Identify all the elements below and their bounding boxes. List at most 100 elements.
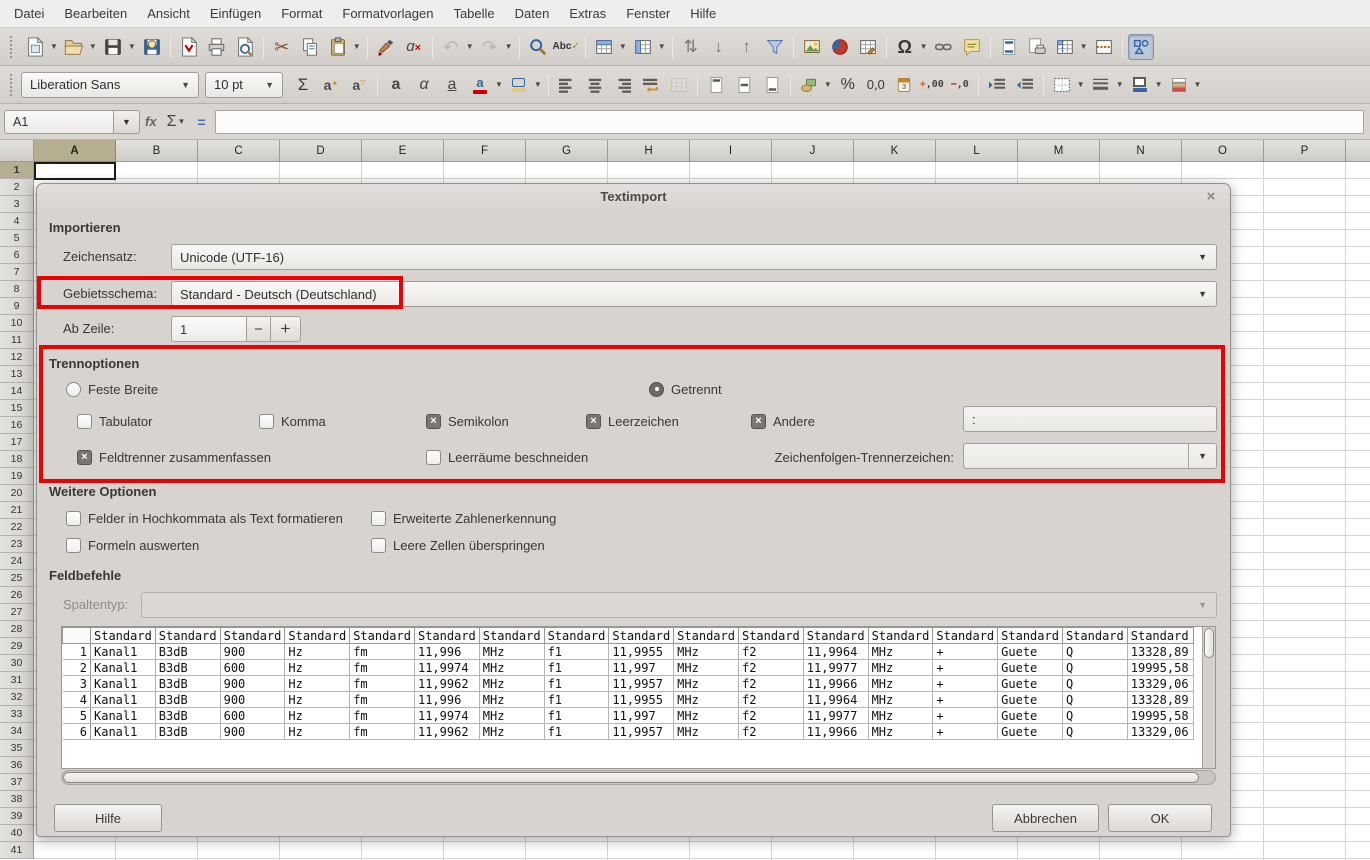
insert-chart-button[interactable] — [827, 34, 853, 60]
sum-button[interactable]: Σ — [290, 72, 316, 98]
chevron-down-icon[interactable]: ▼ — [1080, 42, 1088, 51]
align-left-button[interactable] — [554, 72, 580, 98]
print-button[interactable] — [204, 34, 230, 60]
bold-button[interactable]: a — [383, 72, 409, 98]
preview-column-header-15[interactable]: Standard — [998, 628, 1063, 644]
row-header-40[interactable]: 40 — [0, 825, 34, 842]
row-header-38[interactable]: 38 — [0, 791, 34, 808]
column-header-n[interactable]: N — [1100, 140, 1182, 162]
row-header-1[interactable]: 1 — [0, 162, 34, 179]
chevron-down-icon[interactable]: ▼ — [495, 80, 503, 89]
font-color-button[interactable]: a — [467, 72, 493, 98]
row-header-33[interactable]: 33 — [0, 706, 34, 723]
shrink-font-button[interactable]: a▽ — [346, 72, 372, 98]
preview-column-header-17[interactable]: Standard — [1127, 628, 1193, 644]
row-header-37[interactable]: 37 — [0, 774, 34, 791]
close-icon[interactable]: × — [1202, 188, 1220, 206]
save-as-button[interactable] — [139, 34, 165, 60]
from-row-increment-button[interactable]: + — [271, 316, 301, 342]
preview-column-header-10[interactable]: Standard — [674, 628, 739, 644]
align-center-button[interactable] — [582, 72, 608, 98]
row-header-30[interactable]: 30 — [0, 655, 34, 672]
checkbox-icon[interactable] — [259, 414, 274, 429]
row-header-18[interactable]: 18 — [0, 451, 34, 468]
row-header-32[interactable]: 32 — [0, 689, 34, 706]
column-header-e[interactable]: E — [362, 140, 444, 162]
chevron-down-icon[interactable]: ▼ — [353, 42, 361, 51]
borders-button[interactable] — [1049, 72, 1075, 98]
wrap-text-button[interactable] — [638, 72, 664, 98]
autofilter-button[interactable] — [762, 34, 788, 60]
preview-column-header-8[interactable]: Standard — [544, 628, 609, 644]
insert-image-button[interactable] — [799, 34, 825, 60]
menu-item-fenster[interactable]: Fenster — [616, 0, 680, 28]
detect-numbers-checkbox[interactable]: Erweiterte Zahlenerkennung — [371, 510, 556, 526]
cancel-button[interactable]: Abbrechen — [992, 804, 1099, 832]
insert-hyperlink-button[interactable] — [931, 34, 957, 60]
preview-column-header-1[interactable]: Standard — [91, 628, 156, 644]
tab-checkbox[interactable]: Tabulator — [77, 413, 152, 429]
delete-decimal-button[interactable]: −,0 — [947, 72, 973, 98]
help-button[interactable]: Hilfe — [54, 804, 162, 832]
select-all-corner[interactable] — [0, 140, 34, 162]
space-checkbox[interactable]: × Leerzeichen — [586, 413, 679, 429]
chevron-down-icon[interactable]: ▼ — [1194, 80, 1202, 89]
preview-column-header-12[interactable]: Standard — [803, 628, 868, 644]
row-headers[interactable]: 1234567891011121314151617181920212223242… — [0, 162, 34, 860]
preview-column-header-6[interactable]: Standard — [414, 628, 479, 644]
percent-format-button[interactable]: % — [835, 72, 861, 98]
row-header-5[interactable]: 5 — [0, 230, 34, 247]
preview-column-header-11[interactable]: Standard — [738, 628, 803, 644]
quoted-as-text-checkbox[interactable]: Felder in Hochkommata als Text formatier… — [66, 510, 343, 526]
charset-select[interactable]: Unicode (UTF-16) ▼ — [171, 244, 1217, 270]
row-header-20[interactable]: 20 — [0, 485, 34, 502]
checkbox-icon[interactable]: × — [426, 414, 441, 429]
scrollbar-thumb[interactable] — [1204, 628, 1214, 658]
split-window-button[interactable] — [1091, 34, 1117, 60]
preview-column-header-2[interactable]: Standard — [155, 628, 220, 644]
chevron-down-icon[interactable]: ▼ — [619, 42, 627, 51]
currency-format-button[interactable] — [796, 72, 822, 98]
open-file-button[interactable] — [61, 34, 87, 60]
row-header-39[interactable]: 39 — [0, 808, 34, 825]
row-header-4[interactable]: 4 — [0, 213, 34, 230]
font-size-select[interactable]: 10 pt ▼ — [205, 72, 283, 98]
string-delimiter-combobox[interactable]: ▼ — [963, 443, 1217, 469]
row-header-36[interactable]: 36 — [0, 757, 34, 774]
row-header-35[interactable]: 35 — [0, 740, 34, 757]
preview-horizontal-scrollbar[interactable] — [61, 770, 1216, 785]
merge-delimiters-checkbox[interactable]: × Feldtrenner zusammenfassen — [77, 449, 271, 465]
checkbox-icon[interactable]: × — [586, 414, 601, 429]
chevron-down-icon[interactable]: ▼ — [89, 42, 97, 51]
row-header-2[interactable]: 2 — [0, 179, 34, 196]
border-style-button[interactable] — [1088, 72, 1114, 98]
chevron-down-icon[interactable]: ▼ — [128, 42, 136, 51]
find-replace-button[interactable] — [525, 34, 551, 60]
row-header-31[interactable]: 31 — [0, 672, 34, 689]
menu-item-tabelle[interactable]: Tabelle — [443, 0, 504, 28]
sort-ascending-button[interactable]: ↓ — [706, 34, 732, 60]
row-header-15[interactable]: 15 — [0, 400, 34, 417]
evaluate-formulas-checkbox[interactable]: Formeln auswerten — [66, 537, 199, 553]
chevron-down-icon[interactable]: ▼ — [1189, 252, 1216, 262]
scrollbar-thumb[interactable] — [63, 772, 1199, 783]
column-header-p[interactable]: P — [1264, 140, 1346, 162]
chevron-down-icon[interactable]: ▼ — [658, 42, 666, 51]
name-box-dropdown-button[interactable]: ▼ — [114, 110, 140, 134]
row-header-27[interactable]: 27 — [0, 604, 34, 621]
checkbox-icon[interactable] — [371, 511, 386, 526]
preview-vertical-scrollbar[interactable] — [1202, 627, 1215, 768]
checkbox-icon[interactable] — [66, 538, 81, 553]
column-header-i[interactable]: I — [690, 140, 772, 162]
column-header-a[interactable]: A — [34, 140, 116, 162]
fixed-width-radio[interactable]: Feste Breite — [66, 381, 158, 397]
save-button[interactable] — [100, 34, 126, 60]
from-row-decrement-button[interactable]: − — [247, 316, 271, 342]
column-headers[interactable]: ABCDEFGHIJKLMNOP — [34, 140, 1370, 162]
row-header-29[interactable]: 29 — [0, 638, 34, 655]
row-header-6[interactable]: 6 — [0, 247, 34, 264]
underline-button[interactable]: a — [439, 72, 465, 98]
chevron-down-icon[interactable]: ▼ — [1116, 80, 1124, 89]
insert-column-button[interactable] — [630, 34, 656, 60]
column-header-f[interactable]: F — [444, 140, 526, 162]
